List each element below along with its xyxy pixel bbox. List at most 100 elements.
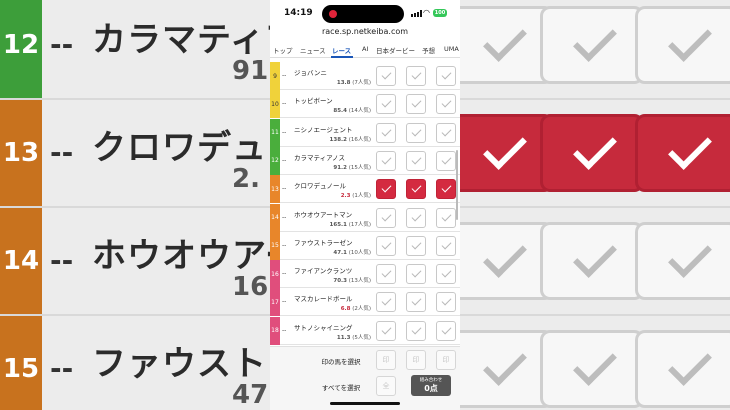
horse-odds: 2.3 (1人気) [341, 191, 371, 199]
horse-name[interactable]: トッピボーン [294, 95, 333, 105]
frame-placeholder: -- [282, 270, 287, 278]
check-icon [441, 239, 452, 250]
checkbox-col-2[interactable] [406, 320, 426, 341]
tab-6[interactable]: UMA [444, 45, 459, 53]
horse-name[interactable]: ファイアンクランツ [294, 265, 352, 275]
check-icon [381, 126, 392, 137]
horse-odds: 85.4 (14人気) [333, 106, 371, 114]
tab-1[interactable]: ニュース [300, 45, 326, 55]
popularity: (13人気) [348, 278, 371, 285]
checkbox-col-1[interactable] [376, 235, 396, 256]
horse-odds: 13.8 (7人気) [337, 78, 371, 86]
tab-4[interactable]: 日本ダービー [376, 45, 415, 55]
checkbox-col-2[interactable] [406, 235, 426, 256]
check-icon [573, 126, 617, 170]
checkbox-col-2[interactable] [406, 179, 426, 200]
checkbox-col-1[interactable] [376, 292, 396, 313]
horse-odds: 70.3 (13人気) [333, 276, 371, 284]
background-dash: -- [50, 28, 74, 61]
horse-name[interactable]: サトノシャイニング [294, 322, 353, 332]
checkbox-col-3[interactable] [436, 207, 456, 228]
checkbox-col-3[interactable] [436, 66, 456, 86]
check-icon [483, 342, 527, 386]
tab-3[interactable]: AI [362, 45, 368, 53]
mark-button-1[interactable]: 印 [376, 350, 396, 370]
check-icon [668, 234, 712, 278]
checkbox-col-2[interactable] [406, 66, 426, 86]
checkbox-col-3[interactable] [436, 235, 456, 256]
checkbox-col-1[interactable] [376, 94, 396, 115]
status-bar: 14:19 ◠ 100 [270, 0, 460, 26]
mark-button-3[interactable]: 印 [436, 350, 456, 370]
scrollbar[interactable] [456, 150, 458, 220]
check-icon [411, 126, 422, 137]
odds-value: 70.3 [333, 278, 347, 285]
checkbox-col-3[interactable] [436, 264, 456, 285]
checkbox-col-3[interactable] [436, 150, 456, 171]
check-icon [441, 295, 452, 306]
horse-name[interactable]: ホウオウアートマン [294, 209, 352, 219]
popularity: (14人気) [348, 108, 371, 115]
horse-name[interactable]: ニシノエージェント [294, 124, 352, 134]
check-icon [411, 211, 422, 221]
checkbox-col-3[interactable] [436, 94, 456, 115]
tab-2[interactable]: レース [332, 45, 351, 55]
combination-count[interactable]: 組み合わせ 0点 [411, 375, 451, 396]
horse-odds: 165.1 (17人気) [330, 220, 371, 228]
checkbox-col-2[interactable] [406, 150, 426, 171]
select-all-button[interactable]: すべてを選択 [306, 382, 376, 392]
all-button-1[interactable]: 全 [376, 376, 396, 396]
checkbox-col-3[interactable] [436, 122, 456, 143]
checkbox-col-3[interactable] [436, 292, 456, 313]
checkbox-col-3[interactable] [436, 320, 456, 341]
check-icon [668, 342, 712, 386]
check-icon [573, 18, 617, 62]
check-icon [411, 154, 422, 165]
horse-name[interactable]: ジョバンニ [294, 67, 327, 77]
checkbox-col-1[interactable] [376, 264, 396, 285]
background-number: 12 [0, 0, 42, 98]
select-marked-button[interactable]: 印の馬を選択 [306, 356, 376, 366]
horse-name[interactable]: マスカレードボール [294, 293, 353, 303]
horse-name[interactable]: クロワデュノール [294, 180, 346, 190]
popularity: (10人気) [348, 249, 371, 256]
popularity: (1人気) [352, 193, 371, 200]
checkbox-col-1[interactable] [376, 122, 396, 143]
tab-0[interactable]: トップ [273, 45, 293, 55]
background-row [460, 100, 730, 208]
frame-placeholder: -- [282, 185, 287, 193]
background-row: 15-- ファウストラー47. [0, 316, 270, 410]
checkbox-col-1[interactable] [376, 179, 396, 200]
popularity: (2人気) [352, 306, 371, 313]
odds-value: 2.3 [340, 193, 351, 200]
checkbox-col-2[interactable] [406, 207, 426, 228]
checkbox-col-3[interactable] [436, 179, 456, 200]
background-checkbox [540, 114, 644, 192]
odds-value: 91.2 [333, 164, 347, 171]
frame-placeholder: -- [282, 213, 287, 221]
checkbox-col-1[interactable] [376, 66, 396, 86]
background-number: 15 [0, 316, 42, 410]
odds-value: 11.3 [336, 334, 351, 341]
checkbox-col-2[interactable] [406, 292, 426, 313]
checkbox-col-2[interactable] [406, 94, 426, 115]
background-zoom-right [460, 0, 730, 410]
checkbox-col-1[interactable] [376, 150, 396, 171]
tab-5[interactable]: 予想 [422, 45, 435, 55]
checkbox-col-2[interactable] [406, 122, 426, 143]
address-bar[interactable]: race.sp.netkeiba.com [270, 27, 460, 36]
checkbox-col-1[interactable] [376, 320, 396, 341]
horse-number: 18 [270, 316, 280, 345]
odds-value: 47.1 [333, 249, 347, 256]
odds-value: 6.8 [340, 306, 351, 313]
check-icon [381, 324, 392, 335]
horse-name[interactable]: カラマティアノス [294, 152, 345, 162]
mark-button-2[interactable]: 印 [406, 350, 426, 370]
recording-dot-icon [329, 10, 337, 18]
horse-number: 10 [270, 90, 280, 119]
checkbox-col-1[interactable] [376, 207, 396, 228]
horse-name[interactable]: ファウストラーゼン [294, 237, 353, 247]
checkbox-col-2[interactable] [406, 264, 426, 285]
frame-placeholder: -- [282, 241, 287, 249]
background-odds: 165. [232, 272, 270, 302]
